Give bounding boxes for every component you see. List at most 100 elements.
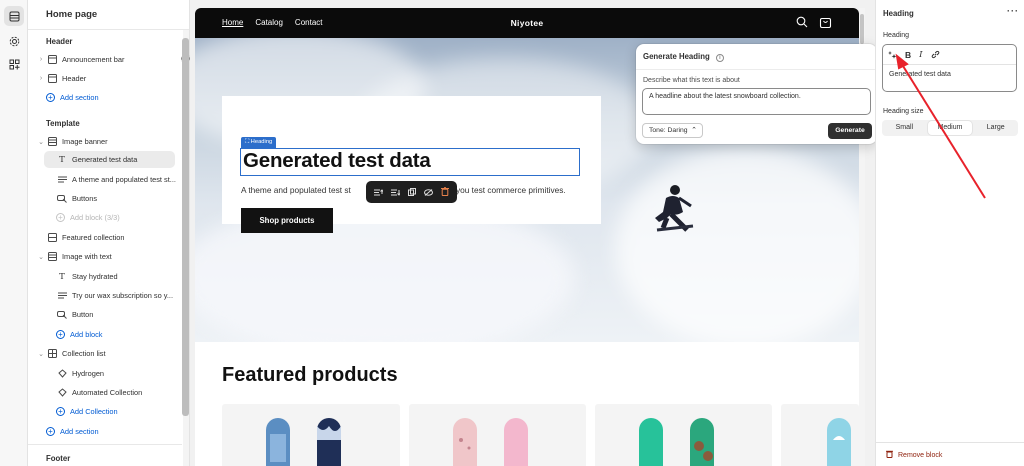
settings-gear-icon[interactable] — [4, 31, 24, 51]
snowboard-image — [453, 418, 528, 466]
product-card[interactable] — [781, 404, 859, 466]
block-label: Stay hydrated — [72, 272, 118, 281]
heading-size-segmented-control: Small Medium Large — [882, 120, 1018, 136]
cart-icon[interactable] — [819, 16, 833, 30]
add-block-label: Add block — [70, 330, 103, 339]
block-tag-label: Heading — [250, 139, 273, 145]
block-label: Automated Collection — [72, 388, 143, 397]
ai-sparkle-icon[interactable] — [888, 46, 897, 64]
add-circle-icon: + — [56, 407, 65, 416]
heading-size-label: Heading size — [883, 108, 924, 115]
product-card[interactable] — [595, 404, 772, 466]
block-label: A theme and populated test st... — [72, 175, 176, 184]
panel-title: Heading — [883, 9, 914, 18]
section-image-with-text[interactable]: ⌄ Image with text — [36, 248, 204, 265]
block-label: Try our wax subscription so y... — [72, 291, 174, 300]
add-section-label: Add section — [60, 93, 99, 102]
image-icon — [47, 137, 57, 146]
delete-trash-icon[interactable] — [441, 183, 449, 201]
add-section-label: Add section — [60, 427, 99, 436]
describe-textarea[interactable]: A headline about the latest snowboard co… — [642, 88, 871, 115]
block-toolbar — [366, 181, 457, 203]
move-up-icon[interactable] — [374, 183, 384, 201]
layout-icon — [47, 55, 57, 64]
italic-icon[interactable]: I — [919, 50, 922, 60]
heading-rich-text-editor[interactable]: B I Generated test data — [882, 44, 1017, 92]
product-card[interactable] — [409, 404, 586, 466]
remove-block-label: Remove block — [898, 451, 943, 459]
search-icon[interactable] — [796, 16, 810, 30]
banner-heading[interactable]: Generated test data — [243, 149, 431, 173]
collection-icon — [57, 369, 67, 378]
heading-block-tag[interactable]: ⛶ Heading — [241, 137, 277, 148]
banner-subtext-start: A theme and populated test st — [241, 185, 351, 195]
store-nav: Home Catalog Contact Niyotee — [195, 8, 859, 38]
trash-icon — [886, 450, 893, 460]
move-down-icon[interactable] — [391, 183, 401, 201]
header-group-label: Header — [46, 37, 73, 46]
shop-products-button[interactable]: Shop products — [241, 208, 333, 233]
store-brand[interactable]: Niyotee — [195, 18, 859, 28]
more-options-icon[interactable]: ··· — [1007, 6, 1019, 16]
generate-heading-popup: Generate Heading i Describe what this te… — [636, 44, 877, 144]
image-icon — [47, 252, 57, 261]
duplicate-icon[interactable] — [408, 183, 416, 201]
add-circle-icon: + — [56, 330, 65, 339]
section-featured-collection[interactable]: Featured collection — [36, 229, 204, 246]
button-icon — [57, 194, 67, 203]
section-label: Announcement bar — [62, 55, 125, 64]
panel-footer: Remove block — [876, 442, 1024, 466]
bold-icon[interactable]: B — [905, 50, 911, 60]
section-collection-list[interactable]: ⌄ Collection list — [36, 345, 204, 362]
section-header[interactable]: › Header — [36, 70, 204, 87]
add-collection-label: Add Collection — [70, 407, 118, 416]
block-generated-test-data[interactable]: T Generated test data — [44, 151, 175, 168]
section-label: Image with text — [62, 252, 112, 261]
add-circle-icon: + — [56, 213, 65, 222]
link-icon[interactable] — [931, 46, 940, 64]
info-icon[interactable]: i — [715, 54, 724, 62]
chevron-down-icon[interactable]: ⌄ — [36, 138, 46, 146]
block-label: Buttons — [72, 194, 98, 203]
sections-icon[interactable] — [4, 6, 24, 26]
chevron-right-icon[interactable]: › — [36, 56, 46, 63]
banner-subtext-end: you test commerce primitives. — [456, 185, 566, 195]
product-card[interactable] — [222, 404, 400, 466]
apps-icon[interactable] — [4, 54, 24, 74]
paragraph-icon — [57, 175, 67, 184]
popup-title: Generate Heading — [643, 52, 710, 61]
section-image-banner[interactable]: ⌄ Image banner — [36, 133, 204, 150]
chevron-down-icon[interactable]: ⌄ — [36, 350, 46, 358]
grid-icon — [47, 233, 57, 242]
block-label: Hydrogen — [72, 369, 105, 378]
section-label: Collection list — [62, 349, 106, 358]
add-circle-icon: + — [46, 93, 55, 102]
chevron-right-icon[interactable]: › — [36, 75, 46, 82]
size-option-small[interactable]: Small — [882, 120, 927, 136]
size-option-medium[interactable]: Medium — [927, 121, 973, 135]
size-option-large[interactable]: Large — [973, 120, 1018, 136]
collection-icon — [57, 388, 67, 397]
block-label: Generated test data — [72, 155, 138, 164]
section-label: Image banner — [62, 137, 108, 146]
chevron-down-icon[interactable]: ⌄ — [36, 253, 46, 261]
tone-select-value: Tone: Daring — [649, 127, 688, 134]
page-title[interactable]: Home page — [28, 0, 189, 30]
snowboard-image — [639, 418, 714, 466]
sidebar-scroll-thumb[interactable] — [182, 38, 189, 416]
text-icon: T — [59, 154, 65, 165]
heading-field-label: Heading — [883, 32, 910, 39]
generate-button[interactable]: Generate — [828, 123, 872, 139]
text-icon: T — [59, 271, 65, 282]
preview-scroll-thumb[interactable] — [860, 14, 864, 44]
hide-eye-slash-icon[interactable] — [424, 183, 433, 201]
remove-block-button[interactable]: Remove block — [886, 450, 942, 460]
snowboard-image — [266, 418, 341, 466]
button-icon — [57, 310, 67, 319]
section-announcement-bar[interactable]: › Announcement bar — [36, 51, 204, 68]
editor-content[interactable]: Generated test data — [883, 65, 1016, 78]
tone-select[interactable]: Tone: Daring ⌃ — [642, 123, 703, 138]
featured-products-heading[interactable]: Featured products — [222, 364, 398, 387]
add-block-label: Add block (3/3) — [70, 213, 120, 222]
banner-subtext[interactable]: A theme and populated test st you test c… — [241, 185, 566, 195]
